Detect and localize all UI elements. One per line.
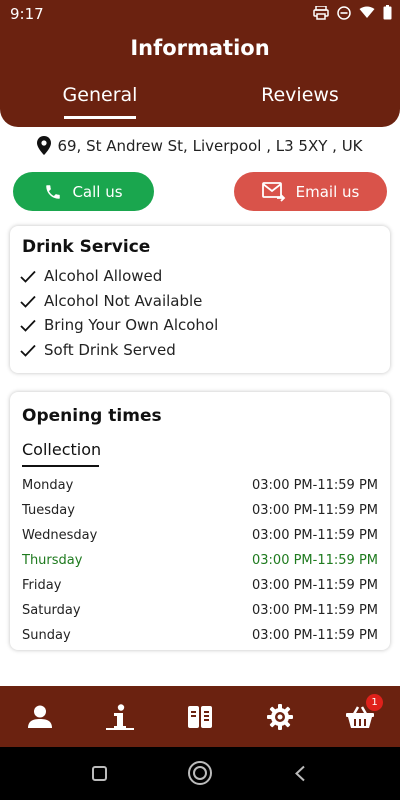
drink-service-item: Alcohol Not Available [20,292,202,310]
drink-service-item: Bring Your Own Alcohol [20,316,218,334]
home-button[interactable] [187,760,213,790]
system-navigation-bar [0,747,400,800]
tab-collection[interactable]: Collection [22,440,101,459]
hours-value: 03:00 PM-11:59 PM [252,553,378,568]
day-label: Tuesday [22,503,75,518]
tab-reviews[interactable]: Reviews [240,84,360,106]
address-row: 69, St Andrew St, Liverpool , L3 5XY , U… [0,136,400,155]
active-nav-indicator [106,728,134,730]
day-label: Saturday [22,603,81,618]
day-label: Friday [22,578,62,593]
call-us-button[interactable]: Call us [13,172,154,211]
status-time: 9:17 [10,5,44,23]
page-title: Information [130,36,270,60]
hours-value: 03:00 PM-11:59 PM [252,578,378,593]
bottom-navigation: 1 [0,686,400,747]
drink-service-card: Drink Service Alcohol Allowed Alcohol No… [10,226,390,373]
email-send-icon [261,181,285,202]
square-icon [92,766,107,781]
call-us-label: Call us [72,182,123,201]
nav-menu[interactable] [183,700,217,734]
location-pin-icon [37,136,52,155]
day-label: Sunday [22,628,71,643]
check-icon [20,344,36,357]
nav-basket[interactable]: 1 [343,694,383,734]
collection-tab-indicator [22,465,99,467]
battery-icon [383,5,392,20]
status-bar: 9:17 [0,0,400,28]
drink-service-item: Soft Drink Served [20,341,176,359]
check-icon [20,270,36,283]
recents-button[interactable] [92,766,107,785]
day-label: Wednesday [22,528,98,543]
active-tab-indicator [64,116,136,119]
opening-times-card: Opening times Collection Monday 03:00 PM… [10,392,390,650]
email-us-button[interactable]: Email us [234,172,387,211]
address-text: 69, St Andrew St, Liverpool , L3 5XY , U… [57,136,363,155]
hours-value: 03:00 PM-11:59 PM [252,503,378,518]
hours-value: 03:00 PM-11:59 PM [252,603,378,618]
do-not-disturb-icon [337,5,351,20]
day-label: Monday [22,478,74,493]
status-icons [313,5,392,20]
cart-count-badge: 1 [366,694,383,711]
day-label: Thursday [22,553,83,568]
back-button[interactable] [294,765,306,786]
drink-service-title: Drink Service [22,237,151,257]
nav-settings[interactable] [263,700,297,734]
back-chevron-icon [295,765,305,782]
tab-general[interactable]: General [40,84,160,106]
check-icon [20,295,36,308]
app-header: 9:17 Information General Reviews [0,0,400,127]
hours-value: 03:00 PM-11:59 PM [252,528,378,543]
user-icon [28,705,52,728]
info-icon [114,704,126,729]
circle-home-icon [188,761,212,785]
wifi-icon [359,6,375,18]
drink-service-item: Alcohol Allowed [20,267,162,285]
nav-profile[interactable] [23,700,57,734]
email-us-label: Email us [295,182,360,201]
hours-value: 03:00 PM-11:59 PM [252,478,378,493]
hours-value: 03:00 PM-11:59 PM [252,628,378,643]
settings-gear-icon [267,704,293,730]
phone-icon [46,184,61,199]
opening-times-title: Opening times [22,406,162,426]
printer-icon [313,5,329,20]
menu-book-icon [188,706,212,728]
check-icon [20,319,36,332]
